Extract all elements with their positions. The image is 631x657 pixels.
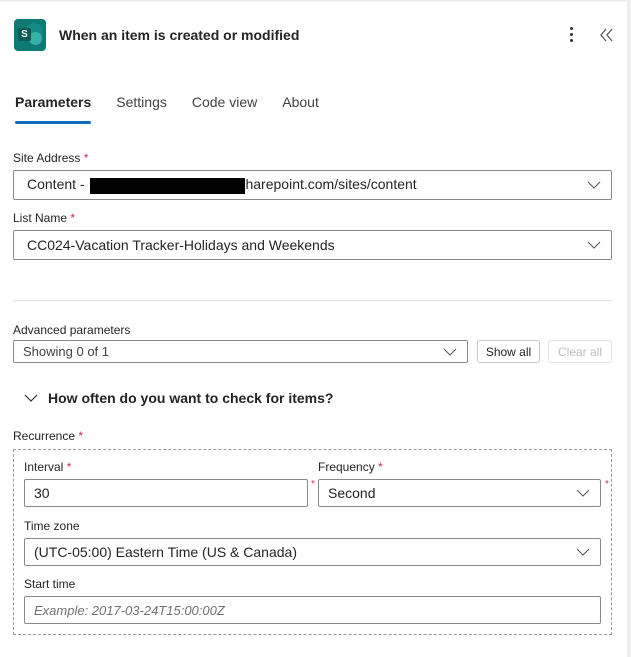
interval-input[interactable]: 30: [24, 479, 308, 507]
chevron-down-icon: [576, 489, 590, 497]
tab-bar: Parameters Settings Code view About: [15, 94, 344, 124]
tab-settings[interactable]: Settings: [116, 94, 167, 110]
scrollbar[interactable]: [627, 0, 631, 657]
frequency-dropdown[interactable]: Second: [318, 479, 601, 507]
interval-label: Interval *: [24, 460, 72, 474]
list-name-label: List Name *: [13, 211, 76, 225]
required-marker: *: [311, 479, 315, 490]
advanced-parameters-label: Advanced parameters: [13, 323, 131, 337]
chevron-down-icon: [576, 548, 590, 556]
section-title: How often do you want to check for items…: [48, 390, 334, 406]
chevron-down-icon: [587, 181, 601, 189]
chevron-down-icon: [587, 241, 601, 249]
panel-title: When an item is created or modified: [59, 27, 300, 43]
time-zone-label: Time zone: [24, 519, 80, 533]
chevron-down-icon: [443, 348, 457, 356]
frequency-label: Frequency *: [318, 460, 383, 474]
start-time-label: Start time: [24, 577, 76, 591]
start-time-input[interactable]: Example: 2017-03-24T15:00:00Z: [24, 596, 601, 624]
sharepoint-icon: S: [14, 19, 46, 51]
redacted-block: [90, 177, 246, 194]
more-vertical-icon[interactable]: [562, 24, 580, 46]
site-address-label: Site Address *: [13, 151, 89, 165]
double-chevron-left-icon[interactable]: [597, 24, 617, 46]
section-toggle[interactable]: How often do you want to check for items…: [24, 390, 333, 406]
site-address-dropdown[interactable]: Content - harepoint.com/sites/content: [13, 170, 612, 200]
chevron-down-icon: [24, 394, 38, 402]
list-name-dropdown[interactable]: CC024-Vacation Tracker-Holidays and Week…: [13, 230, 612, 260]
required-marker: *: [605, 479, 609, 490]
time-zone-dropdown[interactable]: (UTC-05:00) Eastern Time (US & Canada): [24, 538, 601, 566]
recurrence-label: Recurrence *: [13, 429, 84, 443]
top-shadow: [0, 0, 631, 3]
tab-about[interactable]: About: [282, 94, 319, 110]
divider: [13, 300, 612, 301]
show-all-button[interactable]: Show all: [477, 340, 540, 363]
tab-parameters[interactable]: Parameters: [15, 94, 92, 124]
tab-code-view[interactable]: Code view: [192, 94, 257, 110]
advanced-parameters-dropdown[interactable]: Showing 0 of 1: [13, 340, 468, 363]
clear-all-button[interactable]: Clear all: [548, 340, 612, 363]
